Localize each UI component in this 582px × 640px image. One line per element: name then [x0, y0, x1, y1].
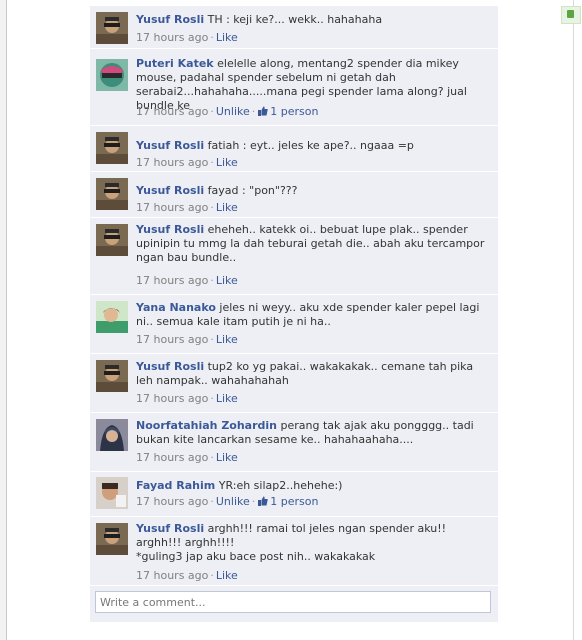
avatar[interactable]	[96, 419, 128, 451]
unlike-link[interactable]: Unlike	[216, 105, 250, 118]
avatar[interactable]	[96, 132, 128, 164]
comment-author[interactable]: Yusuf Rosli	[136, 522, 204, 535]
comment-author[interactable]: Yusuf Rosli	[136, 360, 204, 373]
leaf-icon[interactable]	[561, 6, 581, 24]
comment-item: Fayad Rahim YR:eh silap2..hehehe:) 17 ho…	[90, 472, 498, 517]
likes-count: 1 person	[270, 105, 319, 118]
comment-author[interactable]: Fayad Rahim	[136, 479, 215, 492]
avatar[interactable]	[96, 301, 128, 333]
likes-count-link[interactable]: 1 person	[257, 495, 318, 508]
like-link[interactable]: Like	[216, 333, 238, 346]
avatar[interactable]	[96, 224, 128, 256]
thumbs-up-icon	[258, 496, 269, 506]
comment-item: Yusuf Rosli TH : keji ke?... wekk.. haha…	[90, 6, 498, 49]
comment-item: Yusuf Rosli fayad : "pon"??? 17 hours ag…	[90, 172, 498, 218]
avatar[interactable]	[96, 523, 128, 555]
comment-item: Yana Nanako jeles ni weyy.. aku xde spen…	[90, 295, 498, 354]
comment-timestamp[interactable]: 17 hours ago	[136, 333, 208, 346]
like-link[interactable]: Like	[216, 392, 238, 405]
like-link[interactable]: Like	[216, 569, 238, 582]
comment-text: TH : keji ke?... wekk.. hahahaha	[207, 13, 383, 26]
like-link[interactable]: Like	[216, 31, 238, 44]
avatar[interactable]	[96, 59, 128, 91]
comment-item: Yusuf Rosli tup2 ko yg pakai.. wakakakak…	[90, 354, 498, 413]
comment-timestamp[interactable]: 17 hours ago	[136, 392, 208, 405]
comment-item: Yusuf Rosli arghh!!! ramai tol jeles nga…	[90, 517, 498, 586]
avatar[interactable]	[96, 477, 128, 509]
comment-timestamp[interactable]: 17 hours ago	[136, 274, 208, 287]
comment-timestamp[interactable]: 17 hours ago	[136, 201, 208, 214]
comment-item: Yusuf Rosli eheheh.. katekk oi.. bebuat …	[90, 218, 498, 295]
comment-author[interactable]: Yusuf Rosli	[136, 13, 204, 26]
comment-text: fatiah : eyt.. jeles ke ape?.. ngaaa =p	[207, 139, 414, 152]
like-link[interactable]: Like	[216, 274, 238, 287]
comment-item: Puteri Katek elelelle along, mentang2 sp…	[90, 49, 498, 126]
comment-item: Yusuf Rosli fatiah : eyt.. jeles ke ape?…	[90, 126, 498, 172]
comment-text: YR:eh silap2..hehehe:)	[218, 479, 343, 492]
comment-author[interactable]: Puteri Katek	[136, 57, 214, 70]
page-right-border	[573, 0, 574, 640]
likes-count: 1 person	[270, 495, 319, 508]
comment-author[interactable]: Yana Nanako	[136, 301, 216, 314]
avatar[interactable]	[96, 360, 128, 392]
page-left-border	[0, 0, 7, 640]
unlike-link[interactable]: Unlike	[216, 495, 250, 508]
comment-text: fayad : "pon"???	[207, 184, 298, 197]
write-comment-box	[90, 586, 498, 622]
avatar[interactable]	[96, 12, 128, 44]
comment-timestamp[interactable]: 17 hours ago	[136, 105, 208, 118]
like-link[interactable]: Like	[216, 451, 238, 464]
comment-author[interactable]: Noorfatahiah Zohardin	[136, 419, 277, 432]
comment-text-line2: *guling3 jap aku bace post nih.. wakakak…	[136, 550, 376, 563]
comment-author[interactable]: Yusuf Rosli	[136, 223, 204, 236]
comment-item: Noorfatahiah Zohardin perang tak ajak ak…	[90, 413, 498, 472]
comment-timestamp[interactable]: 17 hours ago	[136, 156, 208, 169]
comment-timestamp[interactable]: 17 hours ago	[136, 31, 208, 44]
likes-count-link[interactable]: 1 person	[257, 105, 318, 118]
comment-timestamp[interactable]: 17 hours ago	[136, 569, 208, 582]
like-link[interactable]: Like	[216, 201, 238, 214]
write-comment-input[interactable]	[95, 591, 491, 613]
comment-timestamp[interactable]: 17 hours ago	[136, 451, 208, 464]
avatar[interactable]	[96, 178, 128, 210]
comment-author[interactable]: Yusuf Rosli	[136, 184, 204, 197]
comment-author[interactable]: Yusuf Rosli	[136, 139, 204, 152]
comment-timestamp[interactable]: 17 hours ago	[136, 495, 208, 508]
thumbs-up-icon	[258, 106, 269, 116]
like-link[interactable]: Like	[216, 156, 238, 169]
